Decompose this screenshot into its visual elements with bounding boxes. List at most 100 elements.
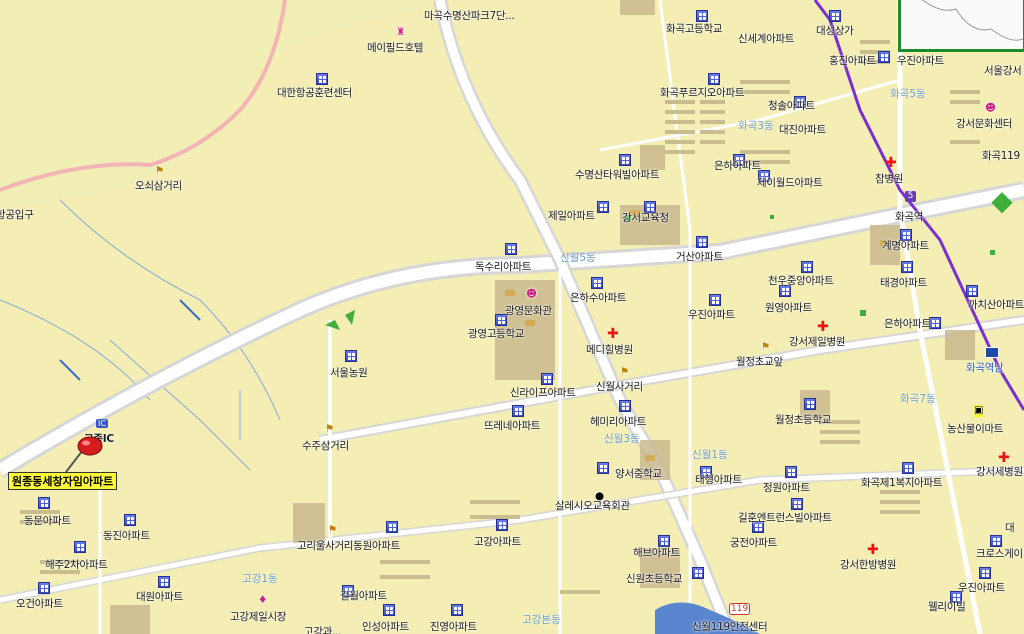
apartment-icon[interactable]	[74, 541, 86, 553]
hospital-icon[interactable]: ✚	[817, 320, 829, 334]
poi-woojin-top[interactable]: 우진아파트	[897, 55, 944, 67]
poi-gogang-partial[interactable]: 고강과...	[304, 626, 342, 634]
poi-sinwon-elem[interactable]: 신원초등학교	[626, 573, 682, 585]
poi-haebeu[interactable]: 해브아파트	[633, 547, 680, 559]
poi-gangseo-jeil-hospital[interactable]: 강서제일병원	[789, 336, 845, 348]
farm-icon[interactable]	[345, 350, 357, 362]
poi-sinwol-junction[interactable]: 신월사거리	[596, 381, 643, 393]
apartment-icon[interactable]	[541, 373, 553, 385]
poi-gangseo-culture[interactable]: 강서문화센터	[956, 118, 1012, 130]
poi-hwagok-station[interactable]: 화곡역	[895, 211, 923, 223]
apartment-icon[interactable]	[451, 604, 463, 616]
poi-gyemyeong[interactable]: 계명아파트	[882, 240, 929, 252]
poi-hwagok-high[interactable]: 화곡고등학교	[666, 23, 722, 35]
poi-daesung[interactable]: 대성상가	[816, 25, 854, 37]
poi-eunha-2[interactable]: 은하아파트	[884, 318, 931, 330]
poi-sinwol119[interactable]: 신월119안전센터	[692, 621, 768, 633]
poi-gangseo-hospital[interactable]: 강서세병원	[976, 466, 1023, 478]
poi-woojin-mid[interactable]: 우진아파트	[688, 309, 735, 321]
apartment-icon[interactable]	[383, 604, 395, 616]
apartment-icon[interactable]	[829, 10, 841, 22]
apartment-icon[interactable]	[38, 582, 50, 594]
poi-hospital-1[interactable]: 참병원	[875, 173, 903, 185]
poi-eunha-1[interactable]: 은하아파트	[714, 160, 761, 172]
apartment-icon[interactable]	[696, 236, 708, 248]
apartment-icon[interactable]	[38, 497, 50, 509]
subway-station-icon[interactable]	[985, 347, 999, 358]
apartment-icon[interactable]	[124, 514, 136, 526]
poi-eunhasu[interactable]: 은하수아파트	[570, 292, 626, 304]
school-icon[interactable]	[597, 462, 609, 474]
apartment-icon[interactable]	[878, 51, 890, 63]
poi-sumyeongsan[interactable]: 수명산타워빌아파트	[575, 169, 660, 181]
poi-daewon[interactable]: 대원아파트	[136, 591, 183, 603]
poi-yangseo-middle[interactable]: 양서중학교	[615, 468, 662, 480]
apartment-icon[interactable]	[801, 261, 813, 273]
apartment-icon[interactable]	[591, 277, 603, 289]
poi-hanggong-entrance[interactable]: 항공입구	[0, 209, 34, 221]
hospital-icon[interactable]: ✚	[867, 543, 879, 557]
apartment-icon[interactable]	[696, 10, 708, 22]
poi-wolgyeong-front[interactable]: 월정초교앞	[736, 356, 783, 368]
apartment-icon[interactable]	[619, 154, 631, 166]
poi-jeongwon[interactable]: 정원아파트	[763, 482, 810, 494]
poi-doksuri[interactable]: 독수리아파트	[475, 261, 531, 273]
poi-taegyeong[interactable]: 태경아파트	[880, 277, 927, 289]
poi-sinsegye[interactable]: 신세계아파트	[738, 33, 794, 45]
poi-taehyeong[interactable]: 태형아파트	[695, 474, 742, 486]
poi-medihill[interactable]: 메디힐병원	[586, 344, 633, 356]
apartment-icon[interactable]	[709, 294, 721, 306]
apartment-icon[interactable]	[708, 73, 720, 85]
poi-hwagok119[interactable]: 화곡119	[982, 150, 1020, 162]
apartment-icon[interactable]	[902, 462, 914, 474]
poi-edge[interactable]: 대	[1005, 522, 1015, 534]
poi-nonghyup-mart[interactable]: 농산물이마트	[947, 423, 1003, 435]
poi-ujin-bottom[interactable]: 우진아파트	[958, 582, 1005, 594]
school-icon[interactable]	[804, 398, 816, 410]
hospital-icon[interactable]: ✚	[607, 327, 619, 341]
apartment-icon[interactable]	[512, 405, 524, 417]
poi-hwagok-south[interactable]: 화곡역남	[966, 362, 1004, 374]
poi-suju-junction[interactable]: 수주삼거리	[302, 440, 349, 452]
apartment-icon[interactable]	[505, 243, 517, 255]
poi-osoi-junction[interactable]: 오쇠삼거리	[135, 180, 182, 192]
poi-jinyeong[interactable]: 진영아파트	[430, 621, 477, 633]
poi-gwangyeong-hall[interactable]: 광영문화관	[505, 305, 552, 317]
overview-inset-map[interactable]	[898, 0, 1024, 52]
poi-crossgate[interactable]: 크로스게이	[976, 548, 1023, 560]
poi-gwangyeong-high[interactable]: 광영고등학교	[468, 328, 524, 340]
poi-cheonwoo[interactable]: 천우중앙아파트	[768, 275, 834, 287]
poi-wellivil[interactable]: 웰리이빌	[928, 601, 966, 613]
poi-wonyeong[interactable]: 원영아파트	[765, 302, 812, 314]
map-canvas[interactable]: 화곡5동 화곡3동 신월5동 화곡7동 신월3동 신월1동 고강1동 고강본동	[0, 0, 1024, 634]
poi-mapo-park[interactable]: 마곡수명산파크7단...	[424, 10, 515, 22]
poi-geolwol[interactable]: 걸월아파트	[340, 590, 387, 602]
apartment-icon[interactable]	[791, 498, 803, 510]
apartment-icon[interactable]	[496, 519, 508, 531]
poi-hemiri[interactable]: 헤미리아파트	[590, 416, 646, 428]
poi-maple-hotel[interactable]: 메이필드호텔	[367, 42, 423, 54]
poi-dongmun[interactable]: 동문아파트	[24, 515, 71, 527]
poi-hongjin[interactable]: 홍진아파트	[829, 55, 876, 67]
poi-ogeon[interactable]: 오건아파트	[16, 598, 63, 610]
school-icon[interactable]	[692, 567, 704, 579]
selected-location-label[interactable]: 원종동세창자임아파트	[8, 472, 118, 490]
poi-hwagok-welfare[interactable]: 화곡제1복지아파트	[861, 477, 943, 489]
poi-gogang-apt[interactable]: 고강아파트	[474, 536, 521, 548]
apartment-icon[interactable]	[966, 285, 978, 297]
location-pin-icon[interactable]	[60, 432, 110, 476]
apartment-icon[interactable]	[597, 201, 609, 213]
poi-insung[interactable]: 인성아파트	[362, 621, 409, 633]
poi-gangseo-edu[interactable]: 강서교육청	[622, 212, 669, 224]
poi-dongjin[interactable]: 동진아파트	[103, 530, 150, 542]
poi-gori-dongwon[interactable]: 고리울사거리동원아파트	[297, 540, 400, 552]
apartment-icon[interactable]	[785, 466, 797, 478]
poi-chungsol[interactable]: 청솔아파트	[768, 100, 815, 112]
poi-daejin[interactable]: 대진아파트	[779, 124, 826, 136]
building-icon[interactable]	[316, 73, 328, 85]
poi-gilhyeon[interactable]: 길훈엔트런스빌아파트	[738, 512, 832, 524]
poi-seoul-farm[interactable]: 서울농원	[330, 367, 368, 379]
poi-jeil-world[interactable]: 제이월드아파트	[757, 177, 823, 189]
poi-haeju[interactable]: 해주2차아파트	[45, 559, 108, 571]
apartment-icon[interactable]	[901, 261, 913, 273]
